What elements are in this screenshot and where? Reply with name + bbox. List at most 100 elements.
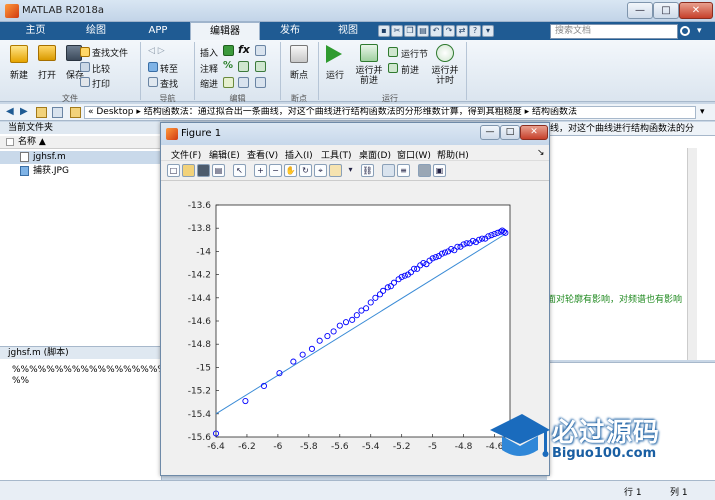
run-and-time-button[interactable]: 运行并 计时: [430, 66, 460, 86]
collapse-icon[interactable]: ▾: [697, 26, 702, 36]
new-icon[interactable]: [10, 45, 28, 63]
increase-indent-icon[interactable]: [238, 77, 249, 88]
paste-icon[interactable]: ▤: [417, 25, 429, 37]
open-file-icon[interactable]: [182, 164, 195, 177]
run-section-button[interactable]: 运行节: [401, 47, 428, 60]
smart-indent-icon[interactable]: [223, 77, 234, 88]
close-button[interactable]: ✕: [679, 2, 713, 19]
zoom-in-icon[interactable]: +: [254, 164, 267, 177]
find-icon[interactable]: [148, 77, 158, 87]
open-button[interactable]: 打开: [34, 68, 60, 81]
goto-icon[interactable]: [148, 62, 158, 72]
menu-desktop[interactable]: 桌面(D): [359, 148, 391, 161]
browse-folder-icon[interactable]: [52, 107, 63, 118]
tab-apps[interactable]: APP: [130, 22, 186, 40]
run-button[interactable]: 运行: [320, 68, 350, 81]
tab-publish[interactable]: 发布: [262, 22, 318, 40]
breakpoints-icon[interactable]: [290, 45, 308, 63]
current-folder-path[interactable]: « Desktop ▸ 结构函数法：通过拟合出一条曲线，对这个曲线进行结构函数法…: [84, 106, 696, 119]
advance-button[interactable]: 前进: [401, 63, 419, 76]
dock-icon[interactable]: ↘: [537, 148, 545, 158]
figure-minimize-button[interactable]: —: [480, 125, 500, 140]
run-and-advance-icon[interactable]: [360, 44, 378, 62]
back-arrows-icon[interactable]: ◁ ▷: [148, 46, 165, 56]
compare-icon[interactable]: [80, 62, 90, 72]
menu-tools[interactable]: 工具(T): [321, 148, 352, 161]
run-icon[interactable]: [326, 45, 342, 63]
insert-menu-icon[interactable]: [255, 45, 266, 56]
brush-icon[interactable]: [329, 164, 342, 177]
run-and-advance-button[interactable]: 运行并 前进: [354, 66, 384, 86]
decrease-indent-icon[interactable]: [255, 77, 266, 88]
rotate-3d-icon[interactable]: ↻: [299, 164, 312, 177]
new-button[interactable]: 新建: [6, 68, 32, 81]
tab-editor[interactable]: 编辑器: [190, 22, 260, 40]
editor-scrollbar[interactable]: [687, 148, 697, 360]
menu-insert[interactable]: 插入(I): [285, 148, 313, 161]
tab-view[interactable]: 视图: [320, 22, 376, 40]
print-icon[interactable]: [80, 77, 90, 87]
menu-view[interactable]: 查看(V): [247, 148, 278, 161]
copy-icon[interactable]: ❐: [404, 25, 416, 37]
link-plot-icon[interactable]: ⛓: [361, 164, 374, 177]
insert-button[interactable]: 插入: [200, 46, 218, 59]
edit-plot-icon[interactable]: ↖: [233, 164, 246, 177]
print-button[interactable]: 打印: [92, 77, 110, 90]
search-input[interactable]: 搜索文档: [550, 24, 678, 39]
figure-maximize-button[interactable]: □: [500, 125, 520, 140]
save-icon[interactable]: ▪: [378, 25, 390, 37]
switch-window-icon[interactable]: ⇄: [456, 25, 468, 37]
back-icon[interactable]: ◀: [6, 106, 14, 117]
legend-icon[interactable]: ≡: [397, 164, 410, 177]
brush-dropdown-icon[interactable]: ▾: [344, 164, 357, 177]
maximize-button[interactable]: □: [653, 2, 679, 19]
cut-icon[interactable]: ✂: [391, 25, 403, 37]
new-figure-icon[interactable]: □: [167, 164, 180, 177]
tab-plots[interactable]: 绘图: [67, 22, 125, 40]
figure-close-button[interactable]: ✕: [520, 125, 548, 140]
run-section-icon[interactable]: [388, 47, 398, 57]
show-plot-tools-icon[interactable]: ▣: [433, 164, 446, 177]
zoom-out-icon[interactable]: −: [269, 164, 282, 177]
run-and-time-icon[interactable]: [436, 44, 454, 62]
up-folder-icon[interactable]: [36, 107, 47, 118]
wrap-comment-icon[interactable]: [255, 61, 266, 72]
help-icon[interactable]: ?: [469, 25, 481, 37]
colorbar-icon[interactable]: [382, 164, 395, 177]
hide-plot-tools-icon[interactable]: [418, 164, 431, 177]
save-figure-icon[interactable]: [197, 164, 210, 177]
percent-comment-icon[interactable]: %: [223, 60, 233, 71]
tab-home[interactable]: 主页: [8, 22, 63, 40]
print-figure-icon[interactable]: ▤: [212, 164, 225, 177]
menu-help[interactable]: 帮助(H): [437, 148, 469, 161]
list-item[interactable]: jghsf.m: [0, 151, 162, 164]
forward-icon[interactable]: ▶: [20, 106, 28, 117]
search-icon[interactable]: [680, 26, 690, 36]
data-cursor-icon[interactable]: ⌖: [314, 164, 327, 177]
advance-icon[interactable]: [388, 63, 398, 73]
find-files-button[interactable]: 查找文件: [92, 46, 128, 59]
name-column-header[interactable]: 名称 ▲: [0, 136, 162, 149]
path-dropdown-icon[interactable]: ▾: [700, 107, 705, 117]
uncomment-icon[interactable]: [238, 61, 249, 72]
minimize-button[interactable]: —: [627, 2, 653, 19]
find-button[interactable]: 查找: [160, 77, 178, 90]
menu-edit[interactable]: 编辑(E): [209, 148, 240, 161]
comment-button[interactable]: 注释: [200, 62, 218, 75]
compare-button[interactable]: 比较: [92, 62, 110, 75]
redo-icon[interactable]: ↷: [443, 25, 455, 37]
dropdown-icon[interactable]: ▾: [482, 25, 494, 37]
indent-button[interactable]: 缩进: [200, 77, 218, 90]
insert-section-icon[interactable]: [223, 45, 234, 56]
menu-window[interactable]: 窗口(W): [397, 148, 431, 161]
list-item[interactable]: 捕获.JPG: [0, 165, 162, 178]
editor-tab-strip[interactable]: 线，对这个曲线进行结构函数法的分: [547, 122, 715, 136]
goto-button[interactable]: 转至: [160, 62, 178, 75]
undo-icon[interactable]: ↶: [430, 25, 442, 37]
function-icon[interactable]: fx: [238, 43, 250, 56]
pan-icon[interactable]: ✋: [284, 164, 297, 177]
breakpoints-button[interactable]: 断点: [284, 68, 314, 81]
menu-file[interactable]: 文件(F): [171, 148, 201, 161]
open-folder-icon[interactable]: [38, 45, 56, 61]
find-files-icon[interactable]: [80, 47, 90, 57]
